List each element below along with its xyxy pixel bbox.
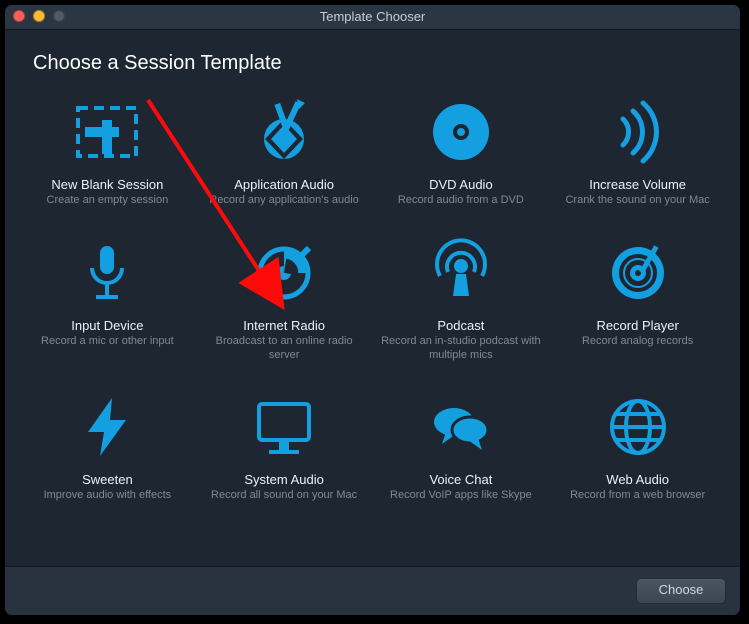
template-title: DVD Audio — [379, 177, 544, 192]
window-controls — [13, 10, 65, 22]
template-title: Podcast — [379, 318, 544, 333]
minimize-icon[interactable] — [33, 10, 45, 22]
template-volume[interactable]: Increase Volume Crank the sound on your … — [549, 83, 726, 212]
template-desc: Record all sound on your Mac — [204, 489, 364, 503]
podcast-icon — [379, 230, 544, 316]
voice-chat-icon — [379, 384, 544, 470]
template-title: Application Audio — [202, 177, 367, 192]
template-podcast[interactable]: Podcast Record an in-studio podcast with… — [373, 224, 550, 367]
radio-icon — [202, 230, 367, 316]
template-desc: Record VoIP apps like Skype — [381, 489, 541, 503]
template-web[interactable]: Web Audio Record from a web browser — [549, 378, 726, 507]
template-title: Voice Chat — [379, 472, 544, 487]
template-voice-chat[interactable]: Voice Chat Record VoIP apps like Skype — [373, 378, 550, 507]
choose-button[interactable]: Choose — [636, 578, 726, 604]
page-title: Choose a Session Template — [5, 30, 740, 79]
template-desc: Improve audio with effects — [27, 489, 187, 503]
web-icon — [555, 384, 720, 470]
sweeten-icon — [25, 384, 190, 470]
template-title: Web Audio — [555, 472, 720, 487]
template-record-player[interactable]: Record Player Record analog records — [549, 224, 726, 367]
template-title: System Audio — [202, 472, 367, 487]
template-desc: Record an in-studio podcast with multipl… — [381, 335, 541, 363]
template-title: Sweeten — [25, 472, 190, 487]
record-player-icon — [555, 230, 720, 316]
template-system[interactable]: System Audio Record all sound on your Ma… — [196, 378, 373, 507]
template-title: Internet Radio — [202, 318, 367, 333]
template-application[interactable]: Application Audio Record any application… — [196, 83, 373, 212]
template-desc: Record from a web browser — [558, 489, 718, 503]
footer-bar: Choose — [5, 566, 740, 615]
new-blank-icon — [25, 89, 190, 175]
template-grid: New Blank Session Create an empty sessio… — [5, 79, 740, 507]
volume-icon — [555, 89, 720, 175]
system-icon — [202, 384, 367, 470]
application-icon — [202, 89, 367, 175]
template-desc: Record a mic or other input — [27, 335, 187, 349]
dvd-icon — [379, 89, 544, 175]
close-icon[interactable] — [13, 10, 25, 22]
template-desc: Crank the sound on your Mac — [558, 194, 718, 208]
template-sweeten[interactable]: Sweeten Improve audio with effects — [19, 378, 196, 507]
template-title: New Blank Session — [25, 177, 190, 192]
template-dvd[interactable]: DVD Audio Record audio from a DVD — [373, 83, 550, 212]
template-title: Record Player — [555, 318, 720, 333]
template-desc: Broadcast to an online radio server — [204, 335, 364, 363]
window-title: Template Chooser — [320, 9, 426, 24]
template-new-blank[interactable]: New Blank Session Create an empty sessio… — [19, 83, 196, 212]
template-radio[interactable]: Internet Radio Broadcast to an online ra… — [196, 224, 373, 367]
template-desc: Record any application's audio — [204, 194, 364, 208]
template-desc: Record analog records — [558, 335, 718, 349]
titlebar: Template Chooser — [5, 5, 740, 30]
template-chooser-window: Template Chooser Choose a Session Templa… — [5, 5, 740, 615]
template-desc: Record audio from a DVD — [381, 194, 541, 208]
template-title: Increase Volume — [555, 177, 720, 192]
mic-icon — [25, 230, 190, 316]
template-title: Input Device — [25, 318, 190, 333]
template-desc: Create an empty session — [27, 194, 187, 208]
zoom-icon[interactable] — [53, 10, 65, 22]
template-mic[interactable]: Input Device Record a mic or other input — [19, 224, 196, 367]
